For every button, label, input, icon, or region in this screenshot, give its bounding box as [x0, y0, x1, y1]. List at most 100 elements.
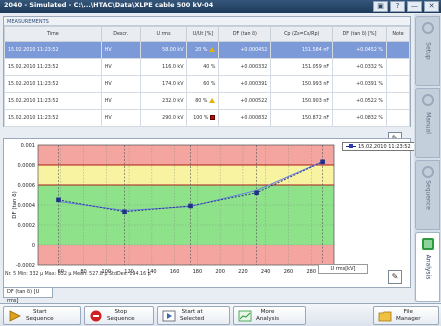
- measurements-panel: MEASUREMENTS Time Descr. U rms U/Ut [%] …: [3, 16, 411, 127]
- cell-note: [385, 58, 411, 76]
- folder-icon: [378, 311, 392, 322]
- tab-setup[interactable]: Setup: [415, 16, 440, 86]
- start-at-selected-label: Start at Selected: [180, 309, 205, 322]
- cell-df-percent: +0.0832 %: [332, 109, 387, 127]
- col-header-urms[interactable]: U rms: [139, 26, 188, 42]
- cell-uut: 60 %: [186, 75, 220, 93]
- table-row[interactable]: 15.02.2010 11:23:52 HV 174.0 kV 60 % +0.0003…: [4, 75, 411, 93]
- start-at-selected-button[interactable]: Start at Selected: [157, 306, 230, 325]
- y-tick-label: -0.0002: [16, 263, 35, 269]
- tab-analysis[interactable]: Analysis: [415, 232, 440, 302]
- cell-descr-text: HV: [104, 64, 112, 70]
- table-row[interactable]: 15.02.2010 11:23:52 HV 58.00 kV 20 % +0.0004…: [4, 41, 411, 59]
- stop-icon: [90, 310, 102, 322]
- cell-df-percent: +0.0452 %: [332, 41, 387, 59]
- cell-urms-text: 116.0 kV: [162, 64, 184, 70]
- file-manager-button[interactable]: File Manager: [373, 306, 439, 325]
- x-tick-label: 180: [193, 269, 203, 275]
- cell-df-percent: +0.0522 %: [332, 92, 387, 110]
- stop-sequence-button[interactable]: Stop Sequence: [84, 306, 154, 325]
- cell-df-percent-text: +0.0832 %: [356, 115, 383, 121]
- cell-note: [385, 109, 411, 127]
- y-tick-label: 0.001: [21, 143, 35, 149]
- y-tick-label: 0.0002: [18, 223, 36, 229]
- col-header-df[interactable]: DF (tan δ): [218, 26, 272, 42]
- table-header-row: Time Descr. U rms U/Ut [%] DF (tan δ) Cp…: [4, 26, 411, 42]
- cell-df-text: +0.000332: [240, 64, 268, 70]
- cell-df-text: +0.000522: [240, 98, 268, 104]
- cell-df: +0.000832: [218, 109, 272, 127]
- edit-icon: ✎: [391, 272, 399, 281]
- file-manager-label: File Manager: [396, 309, 421, 322]
- chart-statistics: Nr. 5 Min: 332 μ Max: 832 μ Mean: 527.8 …: [5, 272, 151, 277]
- cell-descr: HV: [100, 109, 141, 127]
- chart-band-3: [38, 245, 334, 265]
- cell-df-percent: +0.0332 %: [332, 58, 387, 76]
- col-header-df-percent[interactable]: DF (tan δ) [%]: [332, 26, 387, 42]
- cell-urms-text: 174.0 kV: [162, 81, 184, 87]
- tab-manual[interactable]: Manual: [415, 88, 440, 158]
- tab-analysis-label: Analysis: [424, 254, 431, 280]
- stop-sequence-label: Stop Sequence: [107, 309, 135, 322]
- legend-label: 15.02.2010 11:23:52: [358, 144, 411, 150]
- minimize-button[interactable]: —: [407, 1, 422, 12]
- play-icon: [9, 310, 21, 322]
- cell-cp: 151.584 nF: [270, 41, 334, 59]
- tab-sequence[interactable]: Sequence: [415, 160, 440, 230]
- col-header-note[interactable]: Note: [385, 26, 411, 42]
- cell-time: 15.02.2010 11:23:52: [4, 75, 102, 93]
- data-point: [122, 209, 127, 215]
- cell-cp-text: 150.993 nF: [301, 81, 330, 87]
- cell-time-text: 15.02.2010 11:23:52: [8, 115, 59, 121]
- bottom-toolbar: Start Sequence Stop Sequence Start at Se…: [0, 303, 441, 326]
- table-row[interactable]: 15.02.2010 11:23:52 HV 232.0 kV 80 % +0.0005…: [4, 92, 411, 110]
- more-analysis-button[interactable]: More Analysis: [233, 306, 306, 325]
- more-analysis-label: More Analysis: [256, 309, 280, 322]
- cell-descr: HV: [100, 92, 141, 110]
- y-axis-label: DF (tan δ): [12, 191, 18, 219]
- cell-uut: 100 %: [186, 109, 220, 127]
- table-row[interactable]: 15.02.2010 11:23:52 HV 116.0 kV 40 % +0.0003…: [4, 58, 411, 76]
- measurements-heading: MEASUREMENTS: [4, 17, 410, 26]
- cell-uut-text: 60 %: [203, 81, 216, 87]
- cell-time: 15.02.2010 11:23:52: [4, 58, 102, 76]
- cell-uut: 40 %: [186, 58, 220, 76]
- cell-cp: 150.872 nF: [270, 109, 334, 127]
- legend-series-icon: [346, 144, 356, 148]
- x-unit-selector[interactable]: U rms[kV]: [318, 264, 368, 274]
- x-tick-label: 200: [215, 269, 225, 275]
- cell-time: 15.02.2010 11:23:52: [4, 109, 102, 127]
- col-header-cp[interactable]: Cp (Zs=Cs/Rp): [270, 26, 334, 42]
- x-tick-label: 160: [170, 269, 180, 275]
- alarm-icon: [210, 115, 216, 120]
- cell-df-text: +0.000452: [240, 47, 268, 53]
- col-header-uut[interactable]: U/Ut [%]: [186, 26, 220, 42]
- cell-urms: 232.0 kV: [139, 92, 188, 110]
- x-tick-label: 220: [238, 269, 248, 275]
- edit-chart-button[interactable]: ✎: [388, 270, 402, 284]
- cell-descr-text: HV: [104, 47, 112, 53]
- restore-button[interactable]: ▣: [373, 1, 388, 12]
- cell-df-percent: +0.0391 %: [332, 75, 387, 93]
- tab-sequence-label: Sequence: [424, 180, 431, 210]
- cell-descr-text: HV: [104, 115, 112, 121]
- data-point: [188, 203, 193, 209]
- cell-urms-text: 290.0 kV: [162, 115, 184, 121]
- cell-time-text: 15.02.2010 11:23:52: [8, 47, 59, 53]
- data-point: [56, 197, 61, 203]
- help-button[interactable]: ?: [390, 1, 405, 12]
- chart-band-2: [38, 185, 334, 245]
- chart-tab[interactable]: DF (tan δ) [U rms]: [3, 288, 53, 304]
- close-button[interactable]: ✕: [424, 1, 439, 12]
- cell-df: +0.000522: [218, 92, 272, 110]
- start-sequence-button[interactable]: Start Sequence: [3, 306, 81, 325]
- x-tick-label: 240: [261, 269, 271, 275]
- col-header-time[interactable]: Time: [4, 26, 102, 42]
- cell-cp-text: 151.059 nF: [301, 64, 330, 70]
- table-row[interactable]: 15.02.2010 11:23:52 HV 290.0 kV 100 % +0.000…: [4, 109, 411, 127]
- side-tabs: Setup Manual Sequence Analysis: [414, 14, 441, 302]
- cell-df-text: +0.000832: [240, 115, 268, 121]
- cell-descr-text: HV: [104, 98, 112, 104]
- col-header-descr[interactable]: Descr.: [100, 26, 141, 42]
- cell-uut: 20 %: [186, 41, 220, 59]
